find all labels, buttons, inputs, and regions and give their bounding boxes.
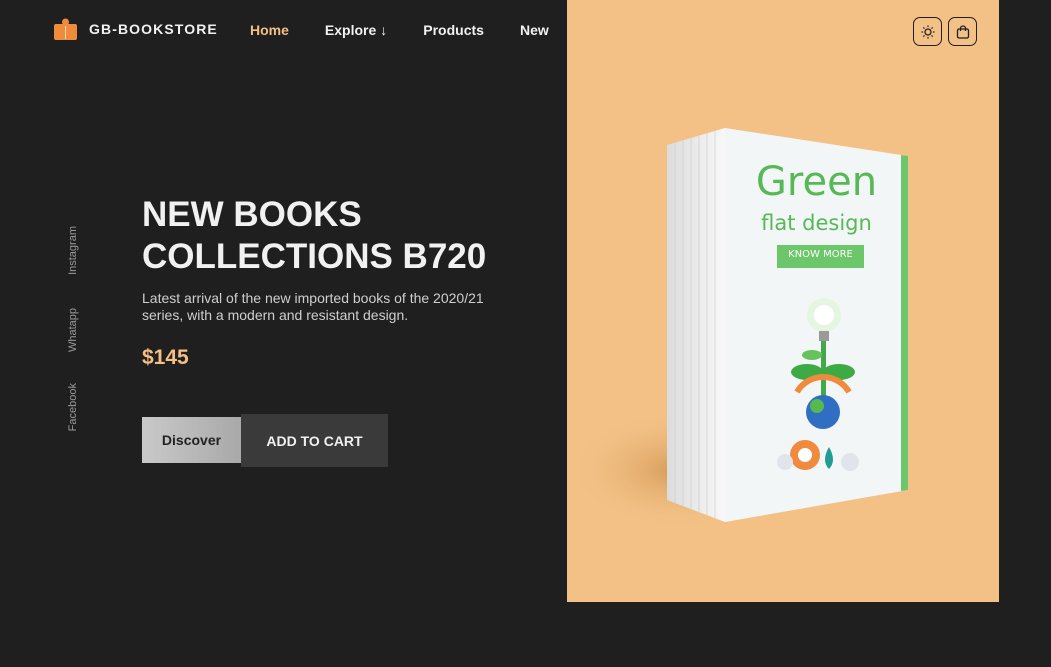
social-whatsapp[interactable]: Whatapp [67, 308, 79, 352]
shopping-bag-icon [956, 24, 969, 39]
book-cover-subtitle: flat design [761, 211, 872, 235]
nav-new[interactable]: New [520, 22, 549, 38]
hero-image-panel: Green flat design KNOW MORE [567, 0, 999, 602]
hero-title: NEW BOOKS COLLECTIONS B720 [142, 194, 542, 278]
discover-button[interactable]: Discover [142, 417, 241, 463]
book-cover-button: KNOW MORE [788, 249, 853, 260]
main-nav: Home Explore ↓ Products New [250, 22, 585, 38]
nav-home[interactable]: Home [250, 22, 289, 38]
product-price: $145 [142, 346, 189, 369]
add-to-cart-button[interactable]: ADD TO CART [241, 414, 388, 467]
social-facebook[interactable]: Facebook [67, 383, 79, 431]
open-book-icon [54, 18, 77, 40]
hero-description: Latest arrival of the new imported books… [142, 290, 484, 323]
theme-toggle-button[interactable] [913, 17, 942, 46]
brand-logo[interactable]: GB-BOOKSTORE [54, 18, 218, 40]
nav-explore[interactable]: Explore ↓ [325, 22, 387, 38]
arrow-down-icon: ↓ [380, 22, 388, 38]
book-illustration [567, 128, 908, 530]
nav-products[interactable]: Products [423, 22, 484, 38]
header-actions [913, 17, 977, 46]
sun-icon [921, 25, 934, 38]
brand-name: GB-BOOKSTORE [89, 21, 218, 37]
nav-explore-label: Explore [324, 22, 377, 38]
hero-title-line1: NEW BOOKS [142, 195, 362, 234]
hero-title-line2: COLLECTIONS B720 [142, 237, 487, 276]
cart-button[interactable] [948, 17, 977, 46]
social-instagram[interactable]: Instagram [67, 226, 79, 275]
book-cover-text: Green flat design KNOW MORE [725, 160, 908, 266]
book-cover-title: Green [755, 159, 878, 205]
